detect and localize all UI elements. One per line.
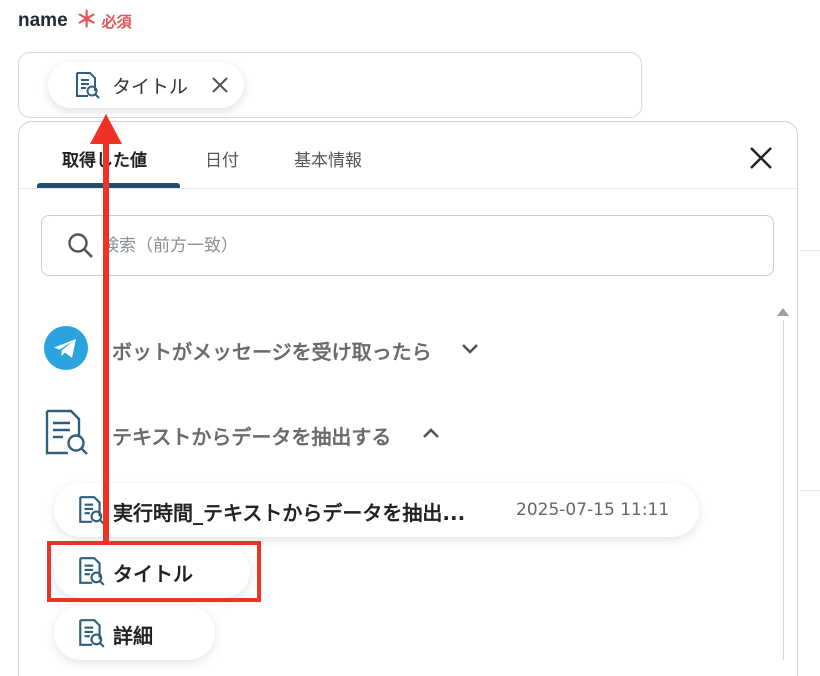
chip-remove-icon[interactable] bbox=[210, 75, 230, 95]
scroll-up-arrow-icon[interactable] bbox=[776, 307, 790, 317]
required-asterisk: ＊ bbox=[75, 8, 98, 33]
chevron-down-icon[interactable] bbox=[460, 342, 480, 356]
field-label: name ＊ 必須 bbox=[18, 10, 132, 32]
background-divider bbox=[800, 490, 820, 491]
search-input[interactable] bbox=[102, 226, 742, 266]
section-header-extract-data[interactable]: テキストからデータを抽出する bbox=[112, 421, 391, 450]
section-title: ボットがメッセージを受け取ったら bbox=[112, 340, 432, 364]
chevron-up-icon[interactable] bbox=[421, 426, 441, 440]
required-label: 必須 bbox=[101, 12, 132, 31]
item-label: 詳細 bbox=[113, 624, 153, 648]
section-title: テキストからデータを抽出する bbox=[112, 425, 392, 449]
annotation-arrow-shaft bbox=[103, 138, 109, 543]
selected-value-chip[interactable]: タイトル bbox=[48, 62, 244, 108]
background-divider bbox=[800, 250, 820, 251]
search-icon bbox=[68, 233, 93, 258]
document-search-icon bbox=[79, 619, 105, 648]
section-header-bot-message[interactable]: ボットがメッセージを受け取ったら bbox=[112, 336, 432, 365]
item-timestamp: 2025-07-15 11:11 bbox=[516, 500, 670, 520]
chip-label: タイトル bbox=[112, 75, 189, 98]
document-search-icon bbox=[45, 409, 88, 455]
field-name-label: name bbox=[18, 10, 68, 31]
telegram-icon bbox=[44, 326, 88, 370]
annotation-highlight-box bbox=[47, 541, 261, 602]
document-search-icon bbox=[76, 72, 100, 99]
close-icon[interactable] bbox=[746, 143, 776, 173]
annotation-arrow-head-icon bbox=[90, 114, 122, 144]
document-search-icon bbox=[79, 496, 105, 525]
item-label: 実行時間_テキストからデータを抽出... bbox=[113, 501, 466, 525]
tab-basic-info[interactable]: 基本情報 bbox=[294, 146, 362, 171]
scrollbar-track[interactable] bbox=[783, 320, 784, 660]
tab-divider bbox=[19, 188, 797, 189]
tab-date[interactable]: 日付 bbox=[205, 146, 239, 171]
